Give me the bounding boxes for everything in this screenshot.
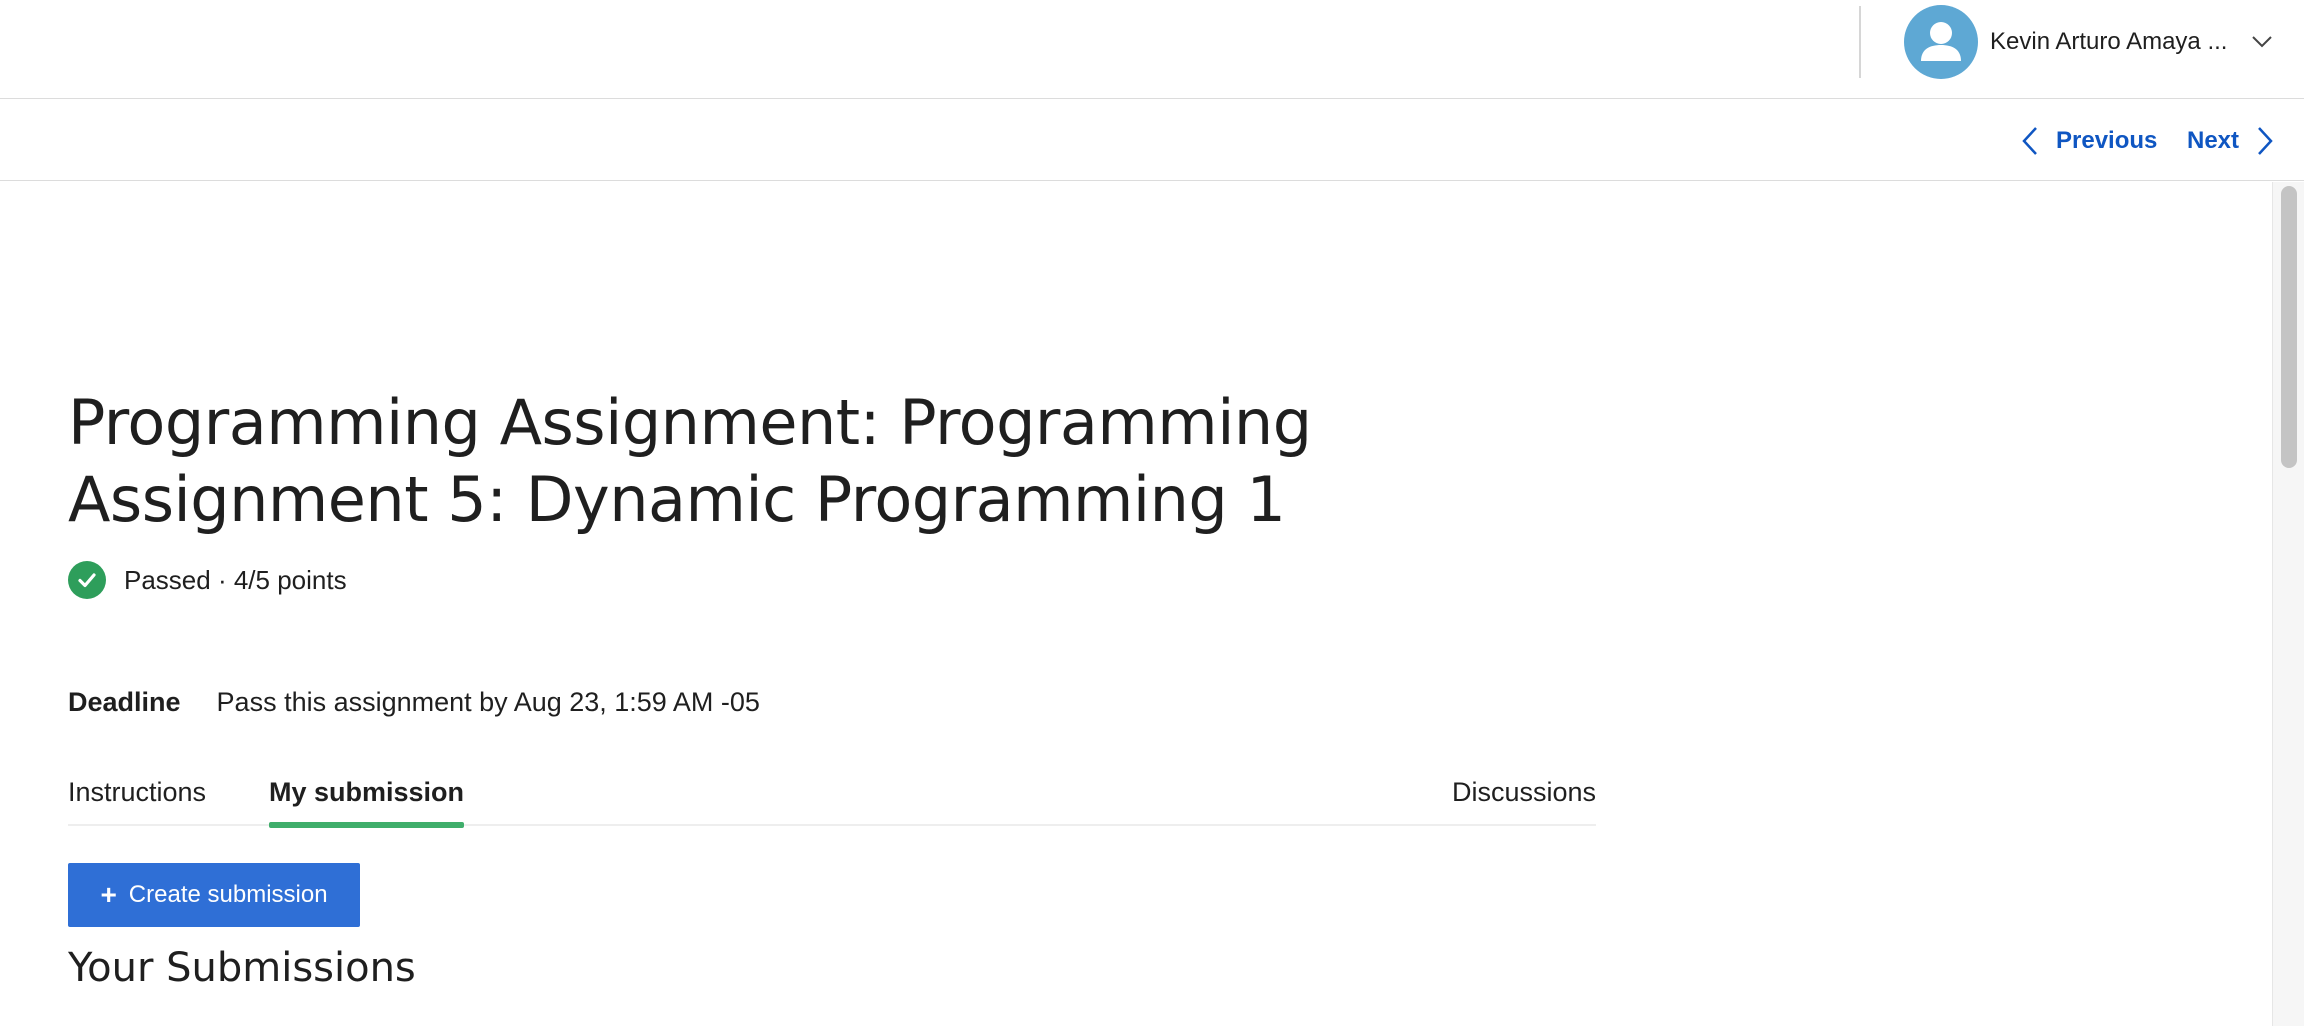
plus-icon: + bbox=[100, 879, 117, 910]
previous-button[interactable]: Previous bbox=[2022, 121, 2157, 161]
tab-my-submission[interactable]: My submission bbox=[269, 768, 465, 828]
user-avatar-icon[interactable] bbox=[1904, 5, 1978, 79]
item-navigation-bar: Previous Next bbox=[0, 99, 2304, 181]
deadline-label: Deadline bbox=[68, 686, 181, 717]
chevron-left-icon bbox=[2022, 126, 2038, 156]
create-submission-label: Create submission bbox=[128, 881, 328, 908]
create-submission-button[interactable]: + Create submission bbox=[68, 863, 360, 927]
deadline-value: Pass this assignment by Aug 23, 1:59 AM … bbox=[216, 686, 760, 717]
status-row: Passed · 4/5 points bbox=[68, 561, 347, 599]
previous-label: Previous bbox=[2056, 127, 2158, 154]
assignment-tabs: Instructions My submission Discussions bbox=[68, 768, 1596, 828]
vertical-scrollbar[interactable] bbox=[2272, 182, 2304, 1026]
user-menu[interactable]: Kevin Arturo Amaya ... bbox=[1904, 4, 2273, 80]
deadline-row: Deadline Pass this assignment by Aug 23,… bbox=[68, 682, 760, 722]
top-header: Kevin Arturo Amaya ... bbox=[0, 0, 2304, 99]
next-button[interactable]: Next bbox=[2187, 121, 2273, 161]
page-title: Programming Assignment: Programming Assi… bbox=[68, 386, 1312, 536]
tab-instructions[interactable]: Instructions bbox=[68, 768, 206, 826]
next-label: Next bbox=[2187, 127, 2240, 154]
status-text: Passed · 4/5 points bbox=[124, 564, 347, 595]
chevron-down-icon[interactable] bbox=[2251, 35, 2273, 49]
scrollbar-thumb[interactable] bbox=[2281, 186, 2297, 468]
submissions-heading: Your Submissions bbox=[68, 945, 416, 991]
check-circle-icon bbox=[68, 561, 106, 599]
header-divider bbox=[1859, 6, 1861, 78]
user-name[interactable]: Kevin Arturo Amaya ... bbox=[1990, 28, 2227, 56]
chevron-right-icon bbox=[2257, 126, 2273, 156]
tab-discussions[interactable]: Discussions bbox=[1452, 768, 1596, 826]
